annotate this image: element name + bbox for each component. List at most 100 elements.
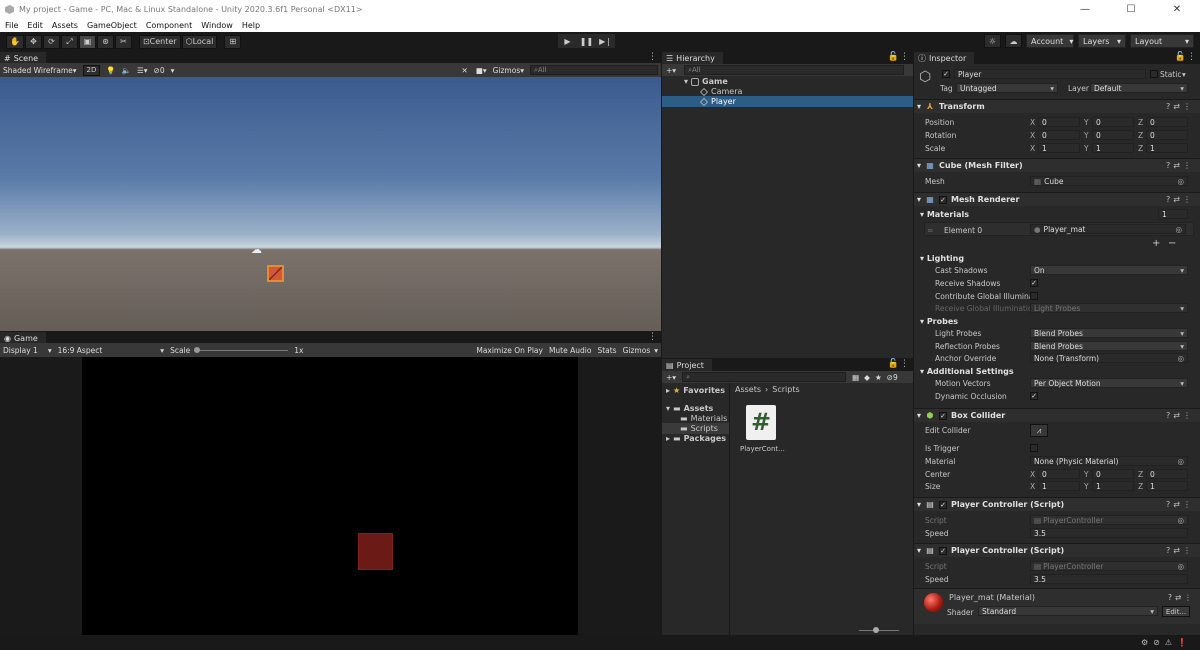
light-gizmo-icon[interactable]: ☁ — [251, 243, 262, 256]
menu-assets[interactable]: Assets — [47, 21, 82, 30]
hierarchy-search-input[interactable]: ⌕ All — [684, 65, 905, 75]
effects-icon[interactable]: ☰▾ — [137, 66, 148, 75]
pivot-local-button[interactable]: ⬡ Local — [181, 34, 218, 49]
component-actions-icon[interactable]: ?⇄⋮ — [1166, 500, 1194, 509]
layout-dropdown[interactable]: Layout ▾ — [1130, 34, 1194, 48]
stats-toggle[interactable]: Stats — [597, 346, 616, 355]
menu-window[interactable]: Window — [196, 21, 237, 30]
breadcrumb-assets[interactable]: Assets — [735, 385, 761, 394]
rect-tool-icon[interactable]: ▣ — [78, 34, 96, 49]
additional-settings-foldout[interactable]: ▾ Additional Settings — [920, 367, 1014, 376]
position-y-field[interactable]: 0 — [1092, 117, 1134, 127]
hand-tool-icon[interactable]: ✋ — [6, 34, 24, 49]
lighting-toggle-icon[interactable]: 💡 — [106, 66, 115, 75]
breadcrumb-scripts[interactable]: Scripts — [772, 385, 799, 394]
maximize-on-play-toggle[interactable]: Maximize On Play — [476, 346, 543, 355]
center-x-field[interactable]: 0 — [1038, 469, 1080, 479]
menu-file[interactable]: File — [0, 21, 22, 30]
element-0-field[interactable]: ● Player_mat — [1030, 224, 1186, 234]
active-checkbox[interactable]: ✓ — [942, 70, 950, 78]
light-probes-dropdown[interactable]: Blend Probes — [1030, 328, 1188, 338]
box-collider-enabled-checkbox[interactable]: ✓ — [939, 411, 948, 420]
motion-vectors-dropdown[interactable]: Per Object Motion — [1030, 378, 1188, 388]
receive-shadows-checkbox[interactable]: ✓ — [1030, 279, 1038, 287]
scene-search-input[interactable]: ⌕ All — [530, 65, 658, 75]
anchor-override-field[interactable]: None (Transform) — [1030, 353, 1188, 363]
shading-mode-dropdown[interactable]: Shaded Wireframe — [3, 66, 73, 75]
game-view[interactable] — [0, 357, 661, 635]
size-z-field[interactable]: 1 — [1146, 481, 1188, 491]
rotation-y-field[interactable]: 0 — [1092, 130, 1134, 140]
shader-edit-button[interactable]: Edit... — [1162, 606, 1190, 617]
center-z-field[interactable]: 0 — [1146, 469, 1188, 479]
center-y-field[interactable]: 0 — [1092, 469, 1134, 479]
shader-dropdown[interactable]: Standard — [978, 606, 1158, 616]
tab-inspector[interactable]: ⓘ Inspector — [914, 52, 975, 64]
menu-edit[interactable]: Edit — [22, 21, 47, 30]
aspect-dropdown[interactable]: 16:9 Aspect — [58, 346, 103, 355]
project-favorites[interactable]: ▸ ★ Favorites — [662, 385, 729, 396]
game-screen[interactable] — [82, 357, 578, 635]
panel-menu-icon[interactable]: ⋮ — [900, 52, 909, 62]
edit-collider-button[interactable]: ⩘ — [1030, 424, 1048, 437]
game-gizmos-dropdown[interactable]: Gizmos — [623, 346, 651, 355]
speed-field[interactable]: 3.5 — [1030, 528, 1188, 538]
favorite-icon[interactable]: ★ — [875, 373, 882, 382]
size-x-field[interactable]: 1 — [1038, 481, 1080, 491]
component-actions-icon[interactable]: ?⇄⋮ — [1166, 195, 1194, 204]
object-name-field[interactable]: Player — [954, 69, 1146, 79]
is-trigger-checkbox[interactable] — [1030, 444, 1038, 452]
rotate-tool-icon[interactable]: ⟳ — [42, 34, 60, 49]
mesh-field[interactable]: ▦ Cube — [1030, 176, 1188, 186]
create-button[interactable]: +▾ — [666, 373, 676, 382]
lock-icon[interactable]: 🔓 — [888, 359, 899, 369]
component-actions-icon[interactable]: ?⇄⋮ — [1166, 102, 1194, 111]
script-enabled-checkbox[interactable]: ✓ — [939, 500, 948, 509]
scale-x-field[interactable]: 1 — [1038, 143, 1080, 153]
pause-button[interactable]: ❚❚ — [577, 34, 596, 48]
lock-icon[interactable]: 🔓 — [1175, 52, 1186, 62]
icon-size-slider[interactable] — [859, 627, 899, 633]
scale-tool-icon[interactable]: ⤢ — [60, 34, 78, 49]
grid-toggle-icon[interactable]: ▾ — [171, 66, 175, 75]
position-x-field[interactable]: 0 — [1038, 117, 1080, 127]
create-button[interactable]: +▾ — [666, 66, 676, 75]
material-actions-icon[interactable]: ?⇄⋮ — [1168, 593, 1195, 602]
tab-hierarchy[interactable]: ☰ Hierarchy — [662, 52, 723, 64]
collab-icon[interactable]: ☼ — [984, 34, 1001, 48]
move-tool-icon[interactable]: ✥ — [24, 34, 42, 49]
scale-slider[interactable] — [194, 346, 289, 353]
step-button[interactable]: ▶❘ — [596, 34, 615, 48]
materials-foldout[interactable]: ▾ Materials — [920, 210, 969, 219]
status-icons[interactable]: ⚙⊘⚠❗ — [1141, 638, 1192, 647]
audio-toggle-icon[interactable]: 🔈 — [122, 66, 131, 75]
panel-menu-icon[interactable]: ⋮ — [1187, 52, 1196, 62]
mesh-filter-header[interactable]: ▾ ▦ Cube (Mesh Filter) ?⇄⋮ — [914, 158, 1200, 172]
scene-gizmos-dropdown[interactable]: Gizmos — [493, 66, 521, 75]
player-controller-header[interactable]: ▾ ▤ ✓ Player Controller (Script) ?⇄⋮ — [914, 543, 1200, 557]
grid-snap-icon[interactable]: ⊞ — [224, 34, 242, 49]
menu-help[interactable]: Help — [237, 21, 264, 30]
panel-menu-icon[interactable]: ⋮ — [900, 359, 909, 369]
rotation-z-field[interactable]: 0 — [1146, 130, 1188, 140]
filter-label-icon[interactable]: ◆ — [864, 373, 870, 382]
hierarchy-item-player[interactable]: Player — [662, 96, 913, 107]
add-element-button[interactable]: + — [1152, 238, 1160, 249]
play-button[interactable]: ▶ — [558, 34, 577, 48]
position-z-field[interactable]: 0 — [1146, 117, 1188, 127]
mesh-renderer-enabled-checkbox[interactable]: ✓ — [939, 195, 948, 204]
materials-size-field[interactable]: 1 — [1158, 209, 1188, 219]
reflection-probes-dropdown[interactable]: Blend Probes — [1030, 341, 1188, 351]
collider-material-field[interactable]: None (Physic Material) — [1030, 456, 1188, 466]
player-cube-gizmo[interactable] — [267, 265, 284, 282]
component-actions-icon[interactable]: ?⇄⋮ — [1166, 546, 1194, 555]
camera-settings-icon[interactable]: ■▾ — [476, 66, 487, 75]
component-actions-icon[interactable]: ?⇄⋮ — [1166, 411, 1194, 420]
mesh-renderer-header[interactable]: ▾ ▦ ✓ Mesh Renderer ?⇄⋮ — [914, 192, 1200, 206]
dynamic-occlusion-checkbox[interactable]: ✓ — [1030, 392, 1038, 400]
account-dropdown[interactable]: Account ▾ — [1026, 34, 1074, 48]
panel-menu-icon[interactable]: ⋮ — [648, 52, 657, 62]
contribute-gi-checkbox[interactable] — [1030, 292, 1038, 300]
tools-icon[interactable]: ✕ — [461, 66, 467, 75]
script-enabled-checkbox[interactable]: ✓ — [939, 546, 948, 555]
